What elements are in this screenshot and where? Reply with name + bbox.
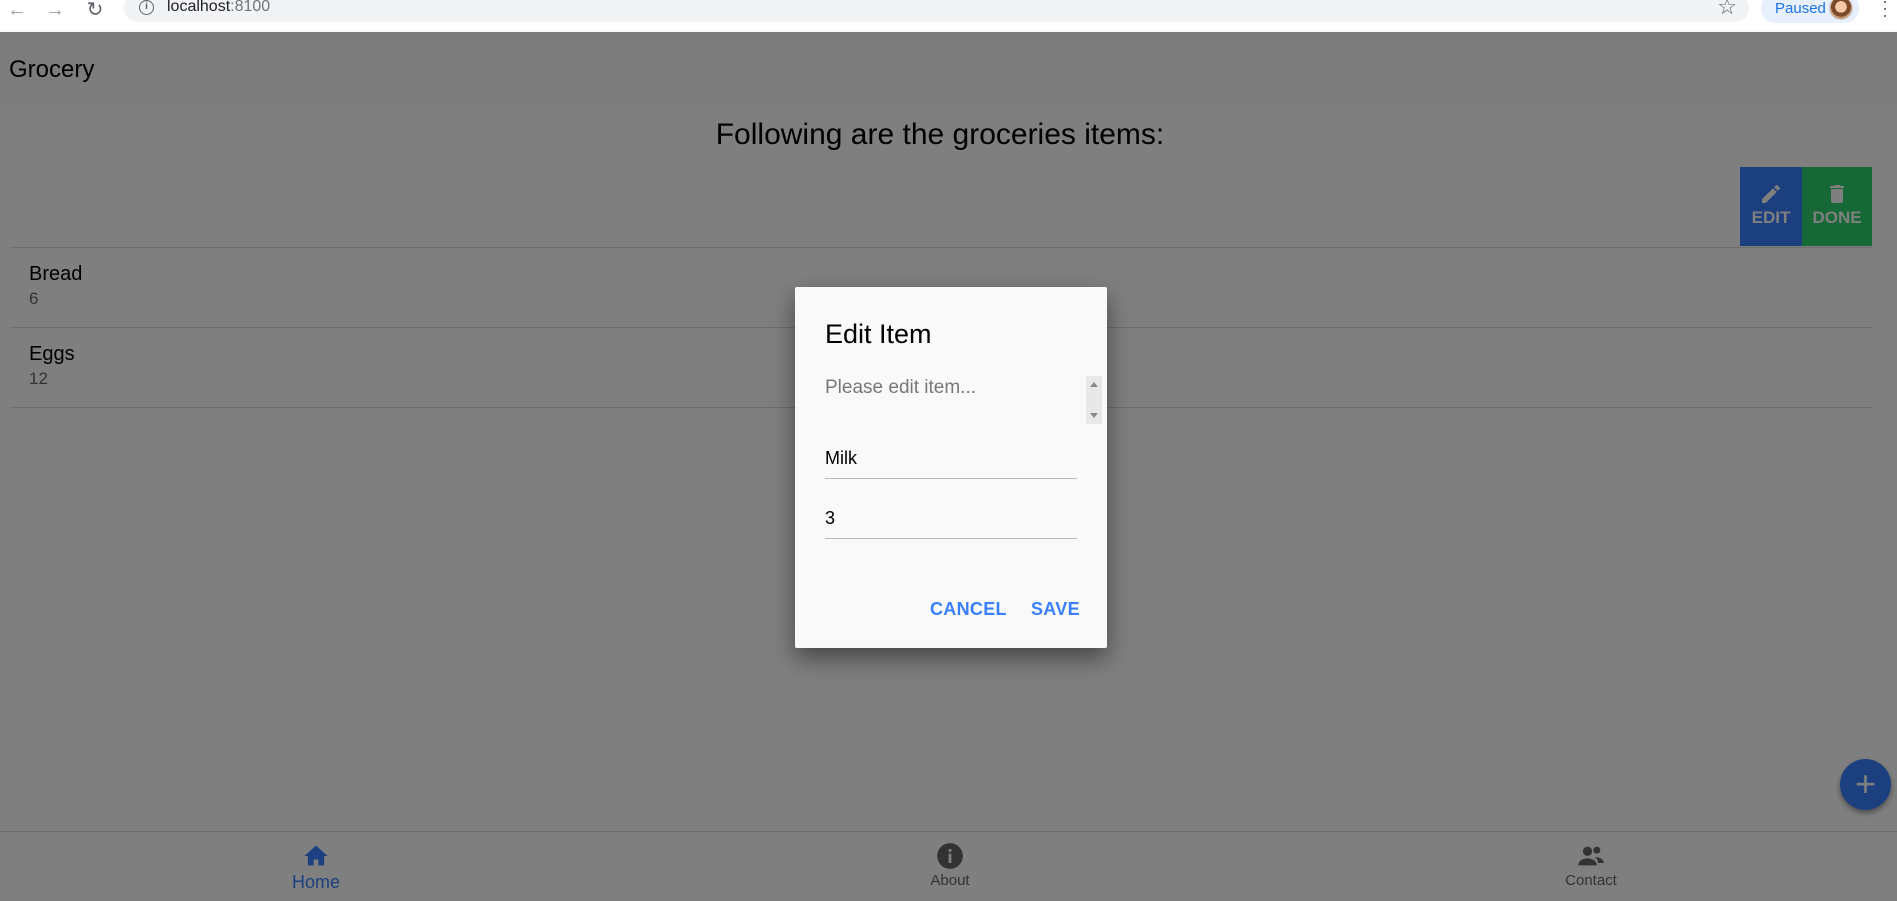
edit-item-dialog: Edit Item Please edit item... CANCEL SAV… <box>795 287 1107 648</box>
profile-button[interactable]: Paused <box>1761 0 1859 23</box>
info-icon[interactable]: i <box>139 0 154 15</box>
profile-status: Paused <box>1775 0 1826 17</box>
forward-arrow-icon[interactable]: → <box>42 0 68 22</box>
scroll-up-arrow-icon[interactable] <box>1090 382 1098 387</box>
avatar <box>1829 0 1853 20</box>
save-button[interactable]: SAVE <box>1031 599 1080 620</box>
scroll-down-arrow-icon[interactable] <box>1090 413 1098 418</box>
item-quantity-input[interactable] <box>825 499 1077 539</box>
address-bar[interactable]: i localhost:8100 ☆ <box>124 0 1749 22</box>
dialog-title: Edit Item <box>825 319 932 349</box>
cancel-button[interactable]: CANCEL <box>930 599 1007 620</box>
menu-dots-icon[interactable]: · · · <box>1880 0 1890 24</box>
url-host: localhost <box>167 0 231 15</box>
dialog-scrollbar[interactable] <box>1086 376 1102 424</box>
star-icon[interactable]: ☆ <box>1717 0 1737 20</box>
item-name-input[interactable] <box>825 439 1077 479</box>
back-arrow-icon[interactable]: ← <box>4 0 30 22</box>
url-text[interactable]: localhost:8100 <box>167 0 270 16</box>
browser-toolbar: ← → ↻ i localhost:8100 ☆ Paused · · · <box>0 0 1897 32</box>
reload-icon[interactable]: ↻ <box>82 0 108 22</box>
dialog-message: Please edit item... <box>825 377 977 398</box>
url-port: :8100 <box>230 0 271 15</box>
